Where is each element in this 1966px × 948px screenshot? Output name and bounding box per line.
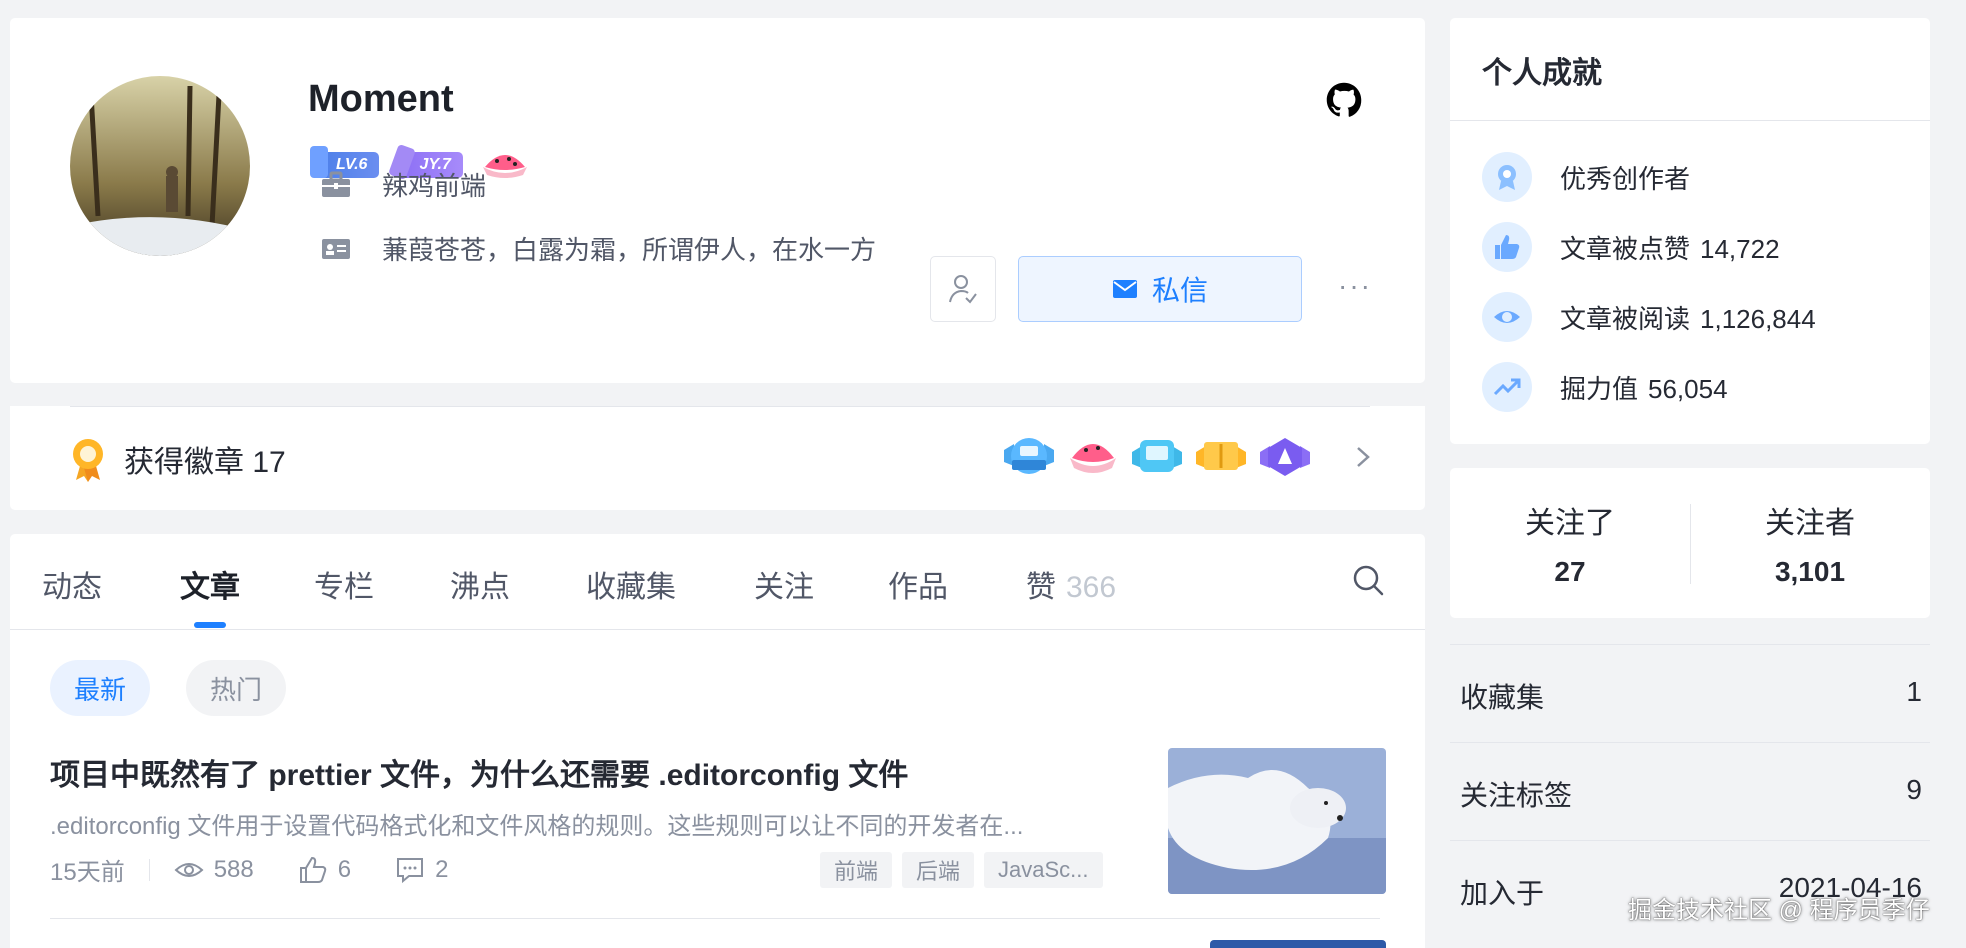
tab-bar: 动态 文章 专栏 沸点 收藏集 关注 作品 赞 366	[10, 534, 1425, 630]
badge-strip[interactable]: 获得徽章 17	[10, 406, 1425, 510]
achievement-reads: 文章被阅读 1,126,844	[1482, 292, 1816, 342]
achievement-likes: 文章被点赞 14,722	[1482, 222, 1780, 272]
article-desc[interactable]: .editorconfig 文件用于设置代码格式化和文件风格的规则。这些规则可以…	[50, 806, 1130, 841]
divider	[70, 406, 1370, 407]
tab-works[interactable]: 作品	[888, 562, 948, 606]
watermark: 掘金技术社区 @ 程序员季仔	[1628, 897, 1930, 924]
tab-activity[interactable]: 动态	[42, 562, 102, 606]
next-article-thumbnail[interactable]	[1210, 940, 1386, 948]
stat-tags[interactable]: 关注标签 9	[1460, 774, 1922, 814]
bio-row: 蒹葭苍苍，白露为霜，所谓伊人，在水一方	[320, 230, 876, 267]
badge-icon-5	[1260, 438, 1310, 476]
tab-likes[interactable]: 赞 366	[1026, 562, 1116, 606]
badge-icon-2	[1070, 444, 1116, 473]
job-title: 辣鸡前端	[382, 171, 487, 201]
eye-icon	[1494, 311, 1520, 323]
tab-pins[interactable]: 沸点	[450, 562, 510, 606]
following-stat[interactable]: 关注了 27	[1450, 498, 1690, 588]
badge-icon-4	[1196, 442, 1246, 470]
divider	[1450, 644, 1930, 645]
trend-icon	[1493, 378, 1521, 396]
message-button[interactable]: 私信	[1018, 256, 1302, 322]
achievement-creator: 优秀创作者	[1482, 152, 1690, 202]
tag-frontend[interactable]: 前端	[820, 852, 893, 888]
search-icon[interactable]	[1350, 562, 1386, 598]
tag-backend[interactable]: 后端	[902, 852, 975, 888]
follow-button[interactable]	[930, 256, 996, 322]
badge-icon-1	[1004, 438, 1054, 474]
tab-columns[interactable]: 专栏	[314, 562, 374, 606]
follow-card: 关注了 27 关注者 3,101	[1450, 468, 1930, 618]
tab-articles[interactable]: 文章	[180, 562, 240, 606]
comment-icon	[397, 857, 424, 883]
message-button-label: 私信	[1151, 275, 1208, 306]
article-meta: 15天前 588 6 2	[50, 852, 492, 887]
stat-collections[interactable]: 收藏集 1	[1460, 676, 1922, 716]
watermelon-badge-icon[interactable]	[481, 149, 529, 181]
article-tags: 前端 后端 JavaSc...	[820, 852, 1103, 888]
mail-icon	[1112, 280, 1137, 298]
badge-icons	[1000, 434, 1314, 478]
id-card-icon	[322, 238, 350, 259]
article-likes[interactable]: 6	[298, 855, 351, 885]
more-button[interactable]: ···	[1338, 270, 1372, 302]
avatar[interactable]	[70, 76, 250, 256]
badge-icon-3	[1132, 440, 1182, 472]
article-views: 588	[174, 855, 254, 885]
divider	[1450, 120, 1930, 121]
job-row: 辣鸡前端	[320, 166, 486, 203]
user-check-icon	[949, 275, 977, 304]
achievements-card: 个人成就 优秀创作者 文章被点赞 14,722 文章被阅读 1,126,844 掘力…	[1450, 18, 1930, 444]
chevron-right-icon[interactable]	[1352, 442, 1374, 472]
profile-card: Moment LV.6 JY.7 辣鸡前端 蒹葭苍苍，白露为霜，所谓伊人，在水一…	[10, 18, 1425, 383]
filter-latest[interactable]: 最新	[50, 660, 151, 716]
article-comments[interactable]: 2	[395, 855, 448, 885]
followers-stat[interactable]: 关注者 3,101	[1690, 498, 1930, 588]
achievements-title: 个人成就	[1482, 57, 1602, 90]
github-icon[interactable]	[1326, 82, 1362, 118]
tag-javascript[interactable]: JavaSc...	[984, 852, 1103, 888]
active-tab-indicator	[194, 622, 226, 628]
articles-card: 动态 文章 专栏 沸点 收藏集 关注 作品 赞 366 最新 热门 项目中既然有了…	[10, 534, 1425, 948]
divider	[1450, 840, 1930, 841]
bio: 蒹葭苍苍，白露为霜，所谓伊人，在水一方	[382, 235, 877, 265]
likes-count: 366	[1066, 571, 1117, 604]
article-time: 15天前	[50, 859, 125, 886]
divider	[148, 858, 150, 881]
filter-hot[interactable]: 热门	[186, 660, 287, 716]
briefcase-icon	[322, 171, 350, 197]
thumb-up-icon	[299, 856, 326, 883]
award-icon	[1498, 165, 1516, 190]
eye-icon	[174, 862, 204, 877]
divider	[50, 918, 1380, 919]
achievement-power: 掘力值 56,054	[1482, 362, 1728, 412]
medal-icon	[73, 439, 103, 482]
article-title[interactable]: 项目中既然有了 prettier 文件，为什么还需要 .editorconfig…	[50, 750, 1130, 794]
badge-count: 获得徽章 17	[70, 436, 286, 482]
tab-following[interactable]: 关注	[754, 562, 814, 606]
divider	[1450, 742, 1930, 743]
article-thumbnail[interactable]	[1168, 748, 1386, 894]
thumb-up-icon	[1495, 235, 1520, 259]
username: Moment	[308, 78, 454, 120]
tab-collections[interactable]: 收藏集	[586, 562, 676, 606]
